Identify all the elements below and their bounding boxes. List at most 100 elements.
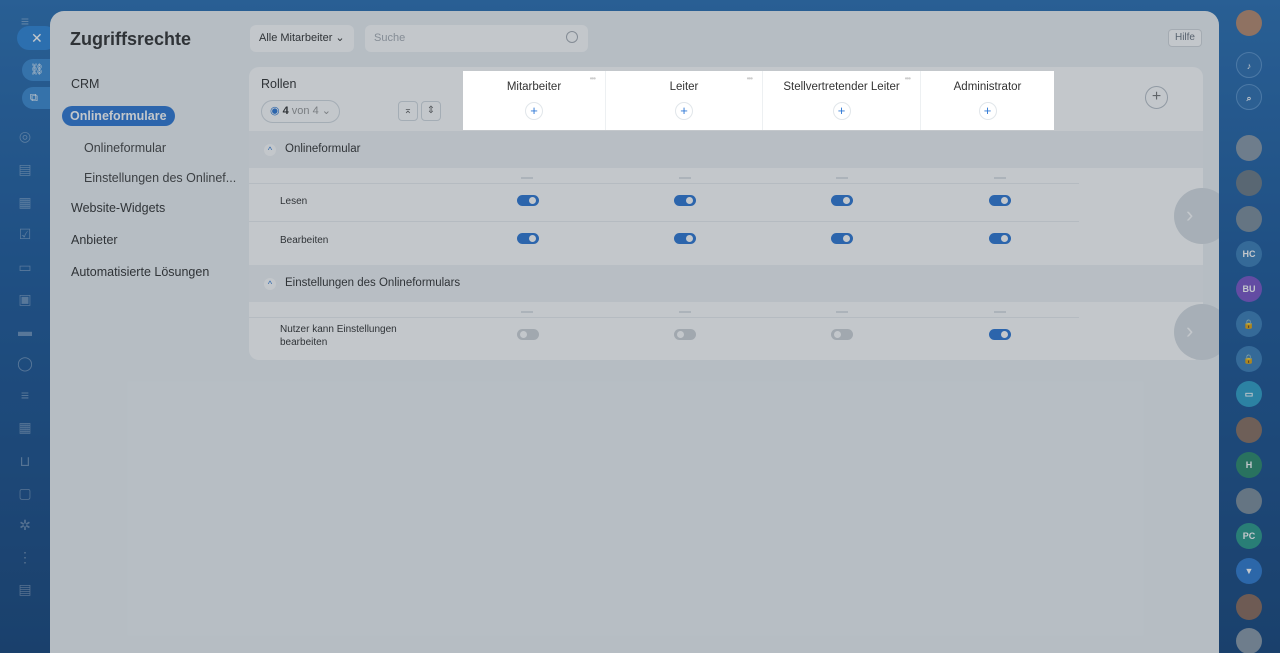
help-button[interactable]: Hilfe [1167,29,1202,47]
roles-label: Rollen [261,77,297,91]
link-icon[interactable]: ⛓ [22,59,52,81]
more-icon[interactable]: ••• [905,74,911,83]
contact-avatar[interactable] [1236,488,1262,514]
visible-roles-selector[interactable]: ◉ 4 von 4 ⌄ [261,100,340,123]
circle-icon[interactable]: ◯ [16,354,34,372]
contact-avatar[interactable]: PC [1236,523,1262,549]
toggle-settings-administrator[interactable] [989,329,1011,340]
contact-avatar[interactable] [1236,206,1262,232]
section-header[interactable]: ^ Einstellungen des Onlineformulars [249,265,1203,302]
eye-icon: ◉ [270,105,280,117]
search-icon [566,31,578,43]
search-placeholder: Suche [374,32,406,44]
more-icon[interactable]: ••• [590,74,596,83]
expand-icon[interactable]: ⇕ [421,101,441,121]
card-icon[interactable]: ▬ [16,322,34,340]
role-column: Stellvertretender Leiter ••• + [763,71,921,130]
section-header[interactable]: ^ Onlineformular [249,131,1203,168]
contact-avatar[interactable] [1236,170,1262,196]
nav-website-widgets[interactable]: Website-Widgets [71,201,165,215]
contact-avatar[interactable]: BU [1236,276,1262,302]
contact-avatar[interactable] [1236,417,1262,443]
role-column: Administrator + [921,71,1054,130]
user-avatar[interactable] [1236,10,1262,36]
contact-avatar[interactable] [1236,594,1262,620]
page-title: Zugriffsrechte [70,29,192,49]
add-member-button[interactable]: + [978,102,997,120]
employee-filter-label: Alle Mitarbeiter [259,32,333,44]
chevron-up-icon: ^ [264,278,276,290]
page-icon[interactable]: ▭ [16,258,34,276]
employee-filter-dropdown[interactable]: Alle Mitarbeiter ⌄ [250,25,354,52]
section-label: Einstellungen des Onlineformulars [285,277,461,289]
more-icon[interactable]: ••• [747,74,753,83]
toggle-settings-stellvertreter[interactable] [831,329,853,340]
row-label: Nutzer kann Einstellungen bearbeiten [280,324,397,348]
chevron-up-icon: ^ [264,144,276,156]
chevron-down-icon: ⌄ [335,32,345,44]
role-name: Stellvertretender Leiter [783,81,900,93]
box-icon[interactable]: ▢ [16,484,34,502]
role-name: Mitarbeiter [506,81,562,93]
visible-count: 4 [282,105,289,117]
contact-avatar[interactable]: HC [1236,241,1262,267]
nav-crm[interactable]: CRM [71,77,99,91]
role-column: Leiter ••• + [606,71,763,130]
filter-icon[interactable]: ≡ [16,386,34,404]
nav-onlineformular[interactable]: Onlineformular [84,141,166,155]
open-window-icon[interactable]: ⧉ [22,87,52,109]
chevron-down-icon: ⌄ [321,105,331,117]
add-member-button[interactable]: + [675,102,693,120]
chat-search-icon[interactable]: ⌕ [1236,84,1262,110]
toggle-bearbeiten-stellvertreter[interactable] [831,233,853,244]
document-icon[interactable]: ▤ [16,160,34,178]
apps-icon[interactable]: ⋮ [16,548,34,566]
scroll-right-arrow[interactable]: › [1174,304,1219,360]
row-label: Lesen [280,196,308,207]
collapse-icon[interactable]: ⌅ [398,101,418,121]
left-app-rail: ≡ ✕ ⛓ ⧉ ◎ ▤ ▦ ☑ ▭ ▣ ▬ ◯ ≡ ▦ ⊔ ▢ ✲ ⋮ ▤ [0,0,57,653]
right-avatar-rail: ♪ ⌕ HC BU 🔒 🔒 ▭ H PC ▼ [1220,0,1280,653]
cart-icon[interactable]: ⊔ [16,452,34,470]
bookmark-icon[interactable]: ▼ [1236,558,1262,584]
add-member-button[interactable]: + [525,102,543,120]
contact-avatar[interactable] [1236,628,1262,653]
contact-avatar[interactable]: H [1236,452,1262,478]
task-icon[interactable]: ☑ [16,225,34,243]
role-name: Leiter [669,81,699,93]
schedule-icon[interactable]: ▦ [16,418,34,436]
toggle-settings-leiter[interactable] [674,329,696,340]
role-column: Mitarbeiter ••• + [463,71,606,130]
section-label: Onlineformular [285,143,361,155]
nav-onlineformular-settings[interactable]: Einstellungen des Onlinef... [84,171,236,185]
lock-icon[interactable]: 🔒 [1236,346,1262,372]
role-header-highlight: Mitarbeiter ••• + Leiter ••• + Stellvert… [463,71,1054,130]
nav-onlineformulare[interactable]: Onlineformulare [62,106,175,126]
lock-icon[interactable]: 🔒 [1236,311,1262,337]
toggle-lesen-stellvertreter[interactable] [831,195,853,206]
search-input[interactable]: Suche [365,25,588,52]
role-name: Administrator [953,81,1022,93]
toggle-lesen-mitarbeiter[interactable] [517,195,539,206]
contact-avatar[interactable] [1236,135,1262,161]
toggle-bearbeiten-leiter[interactable] [674,233,696,244]
chat-icon[interactable]: ▣ [16,290,34,308]
add-role-button[interactable]: + [1145,86,1168,109]
bell-icon[interactable]: ♪ [1236,52,1262,78]
more-icon[interactable]: ▤ [16,580,34,598]
toggle-settings-mitarbeiter[interactable] [517,329,539,340]
calendar-icon[interactable]: ▦ [16,193,34,211]
row-label: Bearbeiten [280,235,329,246]
nav-anbieter[interactable]: Anbieter [71,233,118,247]
visible-total: von 4 [291,105,319,117]
add-member-button[interactable]: + [832,102,851,120]
toggle-bearbeiten-administrator[interactable] [989,233,1011,244]
crm-icon[interactable]: ◎ [16,127,34,145]
scroll-right-arrow[interactable]: › [1174,188,1219,244]
settings-icon[interactable]: ✲ [16,516,34,534]
toggle-bearbeiten-mitarbeiter[interactable] [517,233,539,244]
toggle-lesen-administrator[interactable] [989,195,1011,206]
chat-bubble-icon[interactable]: ▭ [1236,381,1262,407]
toggle-lesen-leiter[interactable] [674,195,696,206]
nav-automation[interactable]: Automatisierte Lösungen [71,265,209,279]
